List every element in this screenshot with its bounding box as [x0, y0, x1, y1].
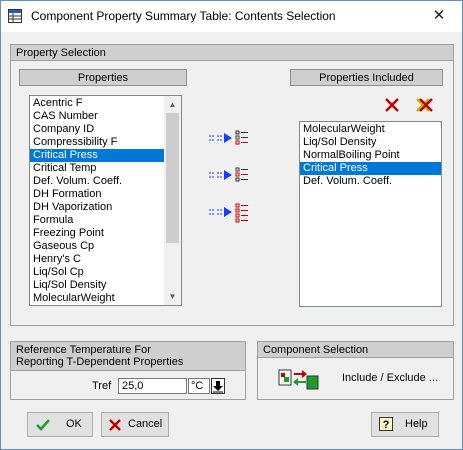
list-icon [235, 203, 248, 223]
properties-list[interactable]: Acentric F CAS Number Company ID Compressib… [29, 95, 182, 306]
scroll-down-arrow-icon[interactable]: ▼ [164, 288, 181, 305]
close-button[interactable]: ✕ [416, 1, 462, 31]
cancel-x-icon [109, 419, 121, 431]
help-label: Help [405, 418, 428, 430]
list-item[interactable]: Def. Volum. Coeff. [300, 175, 441, 188]
list-item[interactable]: Acentric F [30, 97, 165, 110]
tref-label: Tref [92, 380, 112, 392]
list-item[interactable]: NormalBoiling Point [300, 149, 441, 162]
window-title: Component Property Summary Table: Conten… [31, 9, 336, 23]
include-exclude-label: Include / Exclude ... [342, 372, 438, 384]
unit-value: °C [191, 380, 204, 392]
help-button[interactable]: ? Help [371, 412, 439, 437]
table-app-icon [8, 9, 22, 23]
tref-value: 25,0 [122, 380, 144, 392]
dialog-window: Component Property Summary Table: Conten… [0, 0, 463, 450]
add-arrow-icon [209, 133, 232, 143]
list-icon [235, 130, 248, 145]
unit-dropdown-button[interactable] [211, 378, 225, 394]
remove-all-button[interactable] [413, 96, 435, 114]
ok-button[interactable]: OK [27, 412, 93, 437]
component-selection-title: Component Selection [258, 342, 453, 358]
list-item[interactable]: MolecularWeight [300, 123, 441, 136]
include-exclude-button[interactable]: Include / Exclude ... [276, 365, 448, 393]
list-item[interactable]: Henry's C [30, 253, 165, 266]
list-item[interactable]: Liq/Sol Density [300, 136, 441, 149]
properties-included-header: Properties Included [290, 69, 443, 86]
ok-label: OK [66, 418, 82, 430]
scroll-thumb[interactable] [166, 113, 179, 243]
list-item[interactable]: Def. Volum. Coeff. [30, 175, 165, 188]
list-item[interactable]: Compressibility F [30, 136, 165, 149]
svg-text:?: ? [383, 419, 390, 431]
add-all-button[interactable] [208, 165, 256, 187]
list-item[interactable]: CAS Number [30, 110, 165, 123]
insert-before-button[interactable] [208, 202, 256, 224]
list-item[interactable]: Company ID [30, 123, 165, 136]
list-item[interactable]: Liq/Sol Cp [30, 266, 165, 279]
properties-header: Properties [19, 69, 187, 86]
property-selection-title: Property Selection [11, 45, 453, 61]
down-arrow-icon [213, 381, 223, 393]
list-item[interactable]: DH Vaporization [30, 201, 165, 214]
cancel-label: Cancel [128, 418, 163, 430]
properties-scrollbar[interactable]: ▲ ▼ [164, 96, 181, 305]
reference-temperature-title: Reference Temperature For Reporting T-De… [11, 342, 245, 371]
list-item[interactable]: Freezing Point [30, 227, 165, 240]
unit-field[interactable]: °C [188, 378, 210, 394]
list-item[interactable]: Liq/Sol Density [30, 279, 165, 292]
delete-x-icon [385, 98, 399, 112]
insert-arrow-icon [209, 207, 232, 217]
cancel-button[interactable]: Cancel [101, 412, 169, 437]
delete-all-icon [416, 98, 433, 112]
list-icon [235, 167, 248, 182]
include-exclude-icon [278, 369, 319, 390]
remove-selected-button[interactable] [383, 97, 401, 113]
scroll-up-arrow-icon[interactable]: ▲ [164, 96, 181, 113]
help-icon: ? [379, 417, 393, 431]
properties-included-list[interactable]: MolecularWeight Liq/Sol Density NormalBoil… [299, 121, 442, 307]
list-item[interactable]: Critical Temp [30, 162, 165, 175]
list-item[interactable]: Gaseous Cp [30, 240, 165, 253]
checkmark-icon [36, 419, 50, 431]
list-item[interactable]: Formula [30, 214, 165, 227]
add-selected-button[interactable] [208, 128, 256, 150]
list-item[interactable]: DH Formation [30, 188, 165, 201]
list-item[interactable]: Critical Press [300, 162, 441, 175]
tref-input[interactable]: 25,0 [118, 378, 187, 394]
list-item[interactable]: MolecularWeight [30, 292, 165, 305]
list-item[interactable]: Critical Press [30, 149, 165, 162]
title-bar: Component Property Summary Table: Conten… [1, 1, 462, 32]
add-all-arrow-icon [209, 170, 232, 180]
